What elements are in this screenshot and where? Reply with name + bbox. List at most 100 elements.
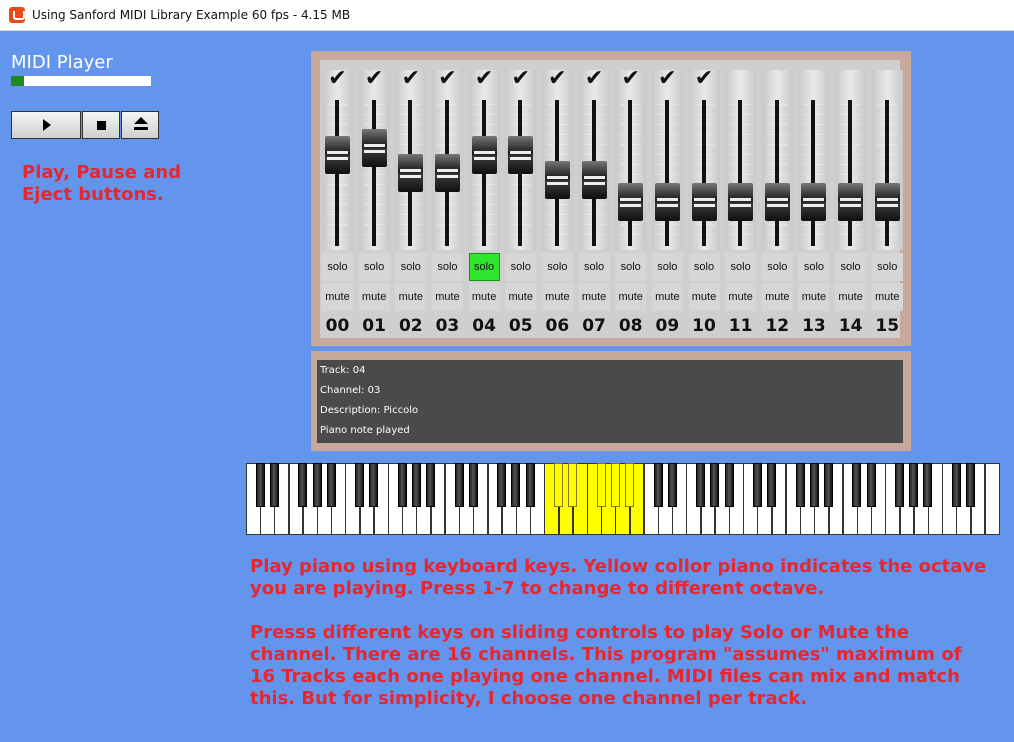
solo-button[interactable]: solo [871, 253, 903, 281]
piano-black-key[interactable] [298, 463, 308, 507]
mute-button[interactable]: mute [651, 283, 683, 311]
solo-button[interactable]: solo [431, 253, 463, 281]
piano-black-key[interactable] [667, 463, 677, 507]
check-icon[interactable]: ✔ [582, 66, 607, 90]
piano-black-key[interactable] [824, 463, 833, 507]
check-icon[interactable]: ✔ [325, 66, 350, 90]
piano-black-key[interactable] [525, 463, 535, 507]
fader-knob[interactable] [801, 183, 827, 221]
piano-black-key[interactable] [468, 463, 478, 507]
check-icon[interactable] [765, 66, 790, 90]
piano-black-key[interactable] [397, 463, 407, 507]
piano-black-key[interactable] [895, 463, 905, 507]
fader-knob[interactable] [654, 183, 680, 221]
piano-black-key[interactable] [866, 463, 876, 507]
piano-white-key[interactable] [984, 463, 1000, 535]
solo-button[interactable]: solo [798, 253, 830, 281]
fader-knob[interactable] [508, 136, 534, 174]
piano-black-key[interactable] [426, 463, 436, 507]
solo-button[interactable]: solo [578, 253, 610, 281]
check-icon[interactable]: ✔ [362, 66, 387, 90]
piano-black-key[interactable] [454, 463, 464, 507]
fader-knob[interactable] [434, 154, 460, 192]
piano-black-key[interactable] [795, 463, 805, 507]
piano-black-key[interactable] [653, 463, 663, 507]
mute-button[interactable]: mute [688, 283, 720, 311]
piano-black-key[interactable] [596, 463, 606, 507]
piano-black-key[interactable] [610, 463, 620, 507]
mute-button[interactable]: mute [835, 283, 867, 311]
fader-knob[interactable] [874, 183, 900, 221]
piano-black-key[interactable] [554, 463, 564, 507]
solo-button[interactable]: solo [615, 253, 647, 281]
check-icon[interactable]: ✔ [618, 66, 643, 90]
piano-black-key[interactable] [511, 463, 521, 507]
solo-button[interactable]: solo [541, 253, 573, 281]
mute-button[interactable]: mute [798, 283, 830, 311]
piano-black-key[interactable] [767, 463, 777, 507]
solo-button[interactable]: solo [322, 253, 353, 281]
playback-progress-bar[interactable] [11, 76, 151, 86]
mute-button[interactable]: mute [358, 283, 390, 311]
check-icon[interactable] [728, 66, 753, 90]
mute-button[interactable]: mute [541, 283, 573, 311]
check-icon[interactable]: ✔ [692, 66, 717, 90]
play-button[interactable] [11, 111, 81, 139]
solo-button[interactable]: solo [358, 253, 390, 281]
piano-black-key[interactable] [255, 463, 265, 507]
check-icon[interactable] [875, 66, 900, 90]
check-icon[interactable]: ✔ [398, 66, 423, 90]
solo-button[interactable]: solo [468, 253, 500, 281]
solo-button[interactable]: solo [835, 253, 867, 281]
fader-knob[interactable] [838, 183, 864, 221]
piano-black-key[interactable] [852, 463, 862, 507]
piano-black-key[interactable] [752, 463, 762, 507]
mute-button[interactable]: mute [395, 283, 427, 311]
piano-black-key[interactable] [269, 463, 279, 507]
piano-black-key[interactable] [951, 463, 961, 507]
mute-button[interactable]: mute [322, 283, 353, 311]
fader-knob[interactable] [544, 161, 570, 199]
piano-black-key[interactable] [411, 463, 421, 507]
mute-button[interactable]: mute [615, 283, 647, 311]
mute-button[interactable]: mute [505, 283, 537, 311]
solo-button[interactable]: solo [725, 253, 757, 281]
piano-black-key[interactable] [497, 463, 507, 507]
mute-button[interactable]: mute [468, 283, 500, 311]
stop-button[interactable] [82, 111, 120, 139]
mute-button[interactable]: mute [761, 283, 793, 311]
mute-button[interactable]: mute [725, 283, 757, 311]
mute-button[interactable]: mute [578, 283, 610, 311]
solo-button[interactable]: solo [651, 253, 683, 281]
piano-black-key[interactable] [625, 463, 635, 507]
fader-knob[interactable] [728, 183, 754, 221]
piano-black-key[interactable] [923, 463, 933, 507]
piano-black-key[interactable] [312, 463, 322, 507]
check-icon[interactable]: ✔ [435, 66, 460, 90]
check-icon[interactable]: ✔ [508, 66, 533, 90]
fader-knob[interactable] [618, 183, 644, 221]
fader-knob[interactable] [471, 136, 497, 174]
piano-black-key[interactable] [724, 463, 734, 507]
fader-knob[interactable] [581, 161, 607, 199]
mute-button[interactable]: mute [871, 283, 903, 311]
fader-knob[interactable] [398, 154, 424, 192]
piano-black-key[interactable] [568, 463, 578, 507]
piano-black-key[interactable] [696, 463, 706, 507]
piano-black-key[interactable] [710, 463, 720, 507]
piano-black-key[interactable] [809, 463, 819, 507]
fader-knob[interactable] [691, 183, 717, 221]
piano-black-key[interactable] [326, 463, 336, 507]
solo-button[interactable]: solo [761, 253, 793, 281]
fader-knob[interactable] [764, 183, 790, 221]
piano-black-key[interactable] [355, 463, 365, 507]
piano-black-key[interactable] [369, 463, 379, 507]
solo-button[interactable]: solo [505, 253, 537, 281]
check-icon[interactable]: ✔ [472, 66, 497, 90]
solo-button[interactable]: solo [688, 253, 720, 281]
check-icon[interactable]: ✔ [545, 66, 570, 90]
fader-knob[interactable] [361, 129, 387, 167]
mute-button[interactable]: mute [431, 283, 463, 311]
check-icon[interactable]: ✔ [655, 66, 680, 90]
fader-knob[interactable] [325, 136, 350, 174]
